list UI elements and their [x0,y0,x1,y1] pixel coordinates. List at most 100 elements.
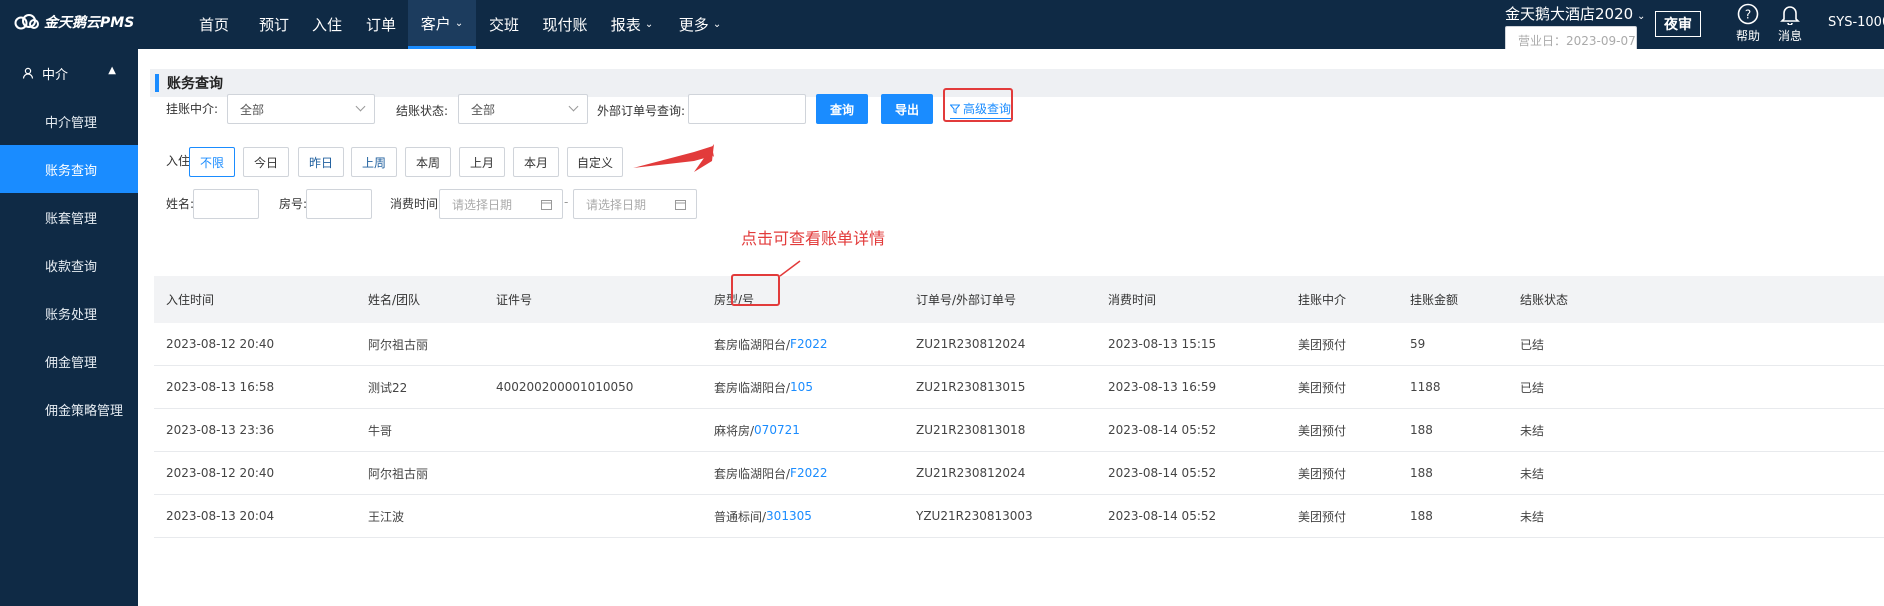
name-input[interactable] [193,189,259,219]
hotel-switcher[interactable]: 金天鹅大酒店2020 ⌄ 营业日：2023-09-07 [1505,5,1645,56]
table-cell: ZU21R230813015 [916,380,1026,394]
help-button[interactable]: ? 帮助 [1730,3,1766,44]
spend-end-placeholder: 请选择日期 [586,197,647,212]
sidebar-group-label: 中介 [42,67,69,83]
night-audit-button[interactable]: 夜审 [1655,11,1701,37]
hotel-name: 金天鹅大酒店2020 [1505,5,1634,23]
nav-item-3[interactable]: 订单 [354,0,408,49]
query-button[interactable]: 查询 [816,94,868,124]
table-cell: 未结 [1520,423,1545,438]
table-cell: 阿尔祖古丽 [368,466,429,481]
checkin-time-option-6[interactable]: 本月 [513,147,559,177]
arrow-shaft-icon [633,146,713,168]
sidebar-item-1[interactable]: 账务查询 [0,145,138,193]
nav-item-label: 首页 [198,16,229,34]
column-header: 入住时间 [166,293,215,307]
nav-item-6[interactable]: 现付账 [532,0,598,49]
room-type: 套房临湖阳台/ [714,337,791,352]
nav-item-label: 更多 [678,16,709,34]
column-header: 消费时间 [1108,293,1157,307]
user-menu[interactable]: SYS-1000 [1828,15,1884,30]
user-icon [22,67,34,79]
room-input[interactable] [306,189,372,219]
nav-item-label: 交班 [488,16,519,34]
date-range-separator: - [564,195,569,209]
messages-button[interactable]: 消息 [1772,3,1808,44]
room-number-link[interactable]: 301305 [766,509,812,523]
nav-item-0[interactable]: 首页 [180,0,248,49]
checkin-time-option-3[interactable]: 上周 [351,147,397,177]
table-cell: 美团预付 [1298,423,1347,438]
table-row[interactable]: 2023-08-13 20:04 王江波 普通标间/301305 YZU21R2308… [154,495,1884,538]
room-number-link[interactable]: F2022 [790,337,827,351]
checkin-time-option-2[interactable]: 昨日 [298,147,344,177]
column-header: 姓名/团队 [368,293,421,307]
nav-item-2[interactable]: 入住 [300,0,354,49]
table-cell: 2023-08-14 05:52 [1108,466,1217,480]
table-cell: 2023-08-12 20:40 [166,466,275,480]
chevron-down-icon: ⌄ [644,19,654,30]
nav-item-8[interactable]: 更多 ⌄ [666,0,734,49]
table-row[interactable]: 2023-08-13 16:58 测试22 400200200001010050 套房… [154,366,1884,409]
page-title: 账务查询 [167,76,223,92]
room-link-highlight-box [731,274,780,306]
advanced-query-label: 高级查询 [963,102,1012,116]
spend-end-date[interactable]: 请选择日期 [573,189,697,219]
table-row[interactable]: 2023-08-12 20:40 阿尔祖古丽 套房临湖阳台/F2022 ZU21R23… [154,323,1884,366]
table-cell: 阿尔祖古丽 [368,337,429,352]
name-label: 姓名: [166,197,195,211]
nav-item-label: 现付账 [542,16,588,34]
room-type: 麻将房/ [714,423,755,438]
title-accent-bar [155,74,159,92]
nav-item-1[interactable]: 预订 [248,0,300,49]
top-navbar: 金天鹅云PMS 首页 预订 入住 订单 客户 ⌄ 交班 现付账 报表 ⌄ 更多 ⌄ 金天鹅大酒店202… [0,0,1884,56]
table-cell: 59 [1410,337,1426,351]
checkin-time-option-1[interactable]: 今日 [243,147,289,177]
table-cell: 美团预付 [1298,380,1347,395]
arrow-head-icon [694,144,714,172]
checkin-time-option-7[interactable]: 自定义 [567,147,623,177]
settle-status-value: 全部 [471,102,496,117]
sidebar-item-5[interactable]: 佣金管理 [0,337,138,385]
checkin-time-option-4[interactable]: 本周 [405,147,451,177]
sidebar-item-2[interactable]: 账套管理 [0,193,138,241]
export-button[interactable]: 导出 [881,94,933,124]
nav-item-5[interactable]: 交班 [476,0,532,49]
nav-item-7[interactable]: 报表 ⌄ [598,0,666,49]
nav-item-4[interactable]: 客户 ⌄ [408,0,476,49]
settle-status-select[interactable]: 全部 [458,94,588,124]
spend-start-date[interactable]: 请选择日期 [439,189,563,219]
room-number-link[interactable]: 070721 [754,423,800,437]
bell-icon [1780,6,1800,25]
chevron-down-icon [568,101,579,112]
table-row[interactable]: 2023-08-12 20:40 阿尔祖古丽 套房临湖阳台/F2022 ZU21R23… [154,452,1884,495]
sidebar-item-6[interactable]: 佣金策略管理 [0,385,138,433]
sidebar-item-4[interactable]: 账务处理 [0,289,138,337]
table-cell: 未结 [1520,466,1545,481]
cloud-logo-icon [14,14,39,30]
sidebar-item-0[interactable]: 中介管理 [0,97,138,145]
room-number-link[interactable]: 105 [790,380,813,394]
settle-status-label: 结账状态: [396,104,449,118]
room-number-link[interactable]: F2022 [790,466,827,480]
nav-item-label: 入住 [311,16,342,34]
advanced-query-link[interactable]: 高级查询 [950,100,1012,119]
nav-item-label: 客户 [420,14,451,33]
table-cell: 王江波 [368,509,405,524]
external-order-input[interactable] [688,94,806,124]
agency-label: 挂账中介: [166,102,219,116]
sidebar-group-agency[interactable]: 中介 ▲ [0,49,138,97]
help-icon: ? [1737,3,1759,25]
column-header: 挂账中介 [1298,293,1347,307]
room-type: 普通标间/ [714,509,767,524]
room-type: 套房临湖阳台/ [714,466,791,481]
checkin-time-option-0[interactable]: 不限 [189,147,235,177]
sidebar-item-3[interactable]: 收款查询 [0,241,138,289]
table-cell: 普通标间/301305 [714,495,812,537]
agency-select[interactable]: 全部 [227,94,375,124]
checkin-time-option-5[interactable]: 上月 [459,147,505,177]
table-header: 入住时间 姓名/团队 证件号 房型/号 订单号/外部订单号 消费时间 挂账中介 挂账金额 结账状… [154,276,1884,323]
spend-time-label: 消费时间: [390,197,443,211]
app-logo[interactable]: 金天鹅云PMS [14,12,134,32]
table-row[interactable]: 2023-08-13 23:36 牛哥 麻将房/070721 ZU21R2308130… [154,409,1884,452]
